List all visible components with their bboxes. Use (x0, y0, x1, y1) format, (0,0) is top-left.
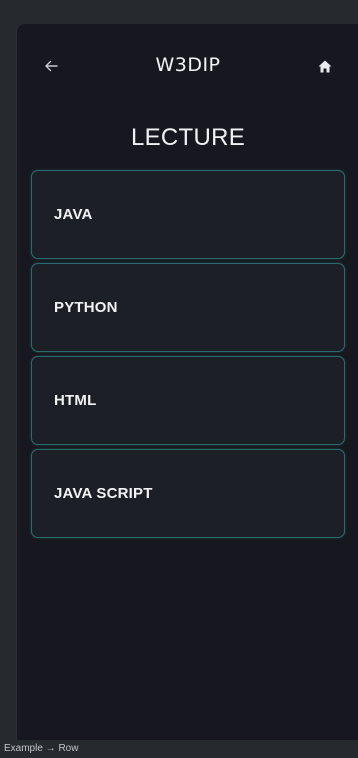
lecture-card-label: PYTHON (54, 299, 118, 316)
lecture-card-python[interactable]: PYTHON (31, 263, 345, 352)
app-screen: W3DIP LECTURE JAVA PYTHON HTML JAVA SCRI… (16, 24, 358, 740)
app-frame: W3DIP LECTURE JAVA PYTHON HTML JAVA SCRI… (0, 0, 358, 758)
lecture-card-label: JAVA (54, 206, 93, 223)
example-caption: Example → Row (4, 743, 79, 754)
app-bar: W3DIP (17, 24, 358, 112)
lecture-card-javascript[interactable]: JAVA SCRIPT (31, 449, 345, 538)
home-icon (318, 60, 332, 72)
lecture-card-java[interactable]: JAVA (31, 170, 345, 259)
lecture-list: JAVA PYTHON HTML JAVA SCRIPT (31, 170, 345, 542)
lecture-card-label: JAVA SCRIPT (54, 485, 153, 502)
lecture-card-label: HTML (54, 392, 97, 409)
lecture-card-html[interactable]: HTML (31, 356, 345, 445)
app-title: W3DIP (155, 54, 221, 76)
page-heading: LECTURE (130, 124, 246, 151)
home-button[interactable] (313, 54, 337, 78)
